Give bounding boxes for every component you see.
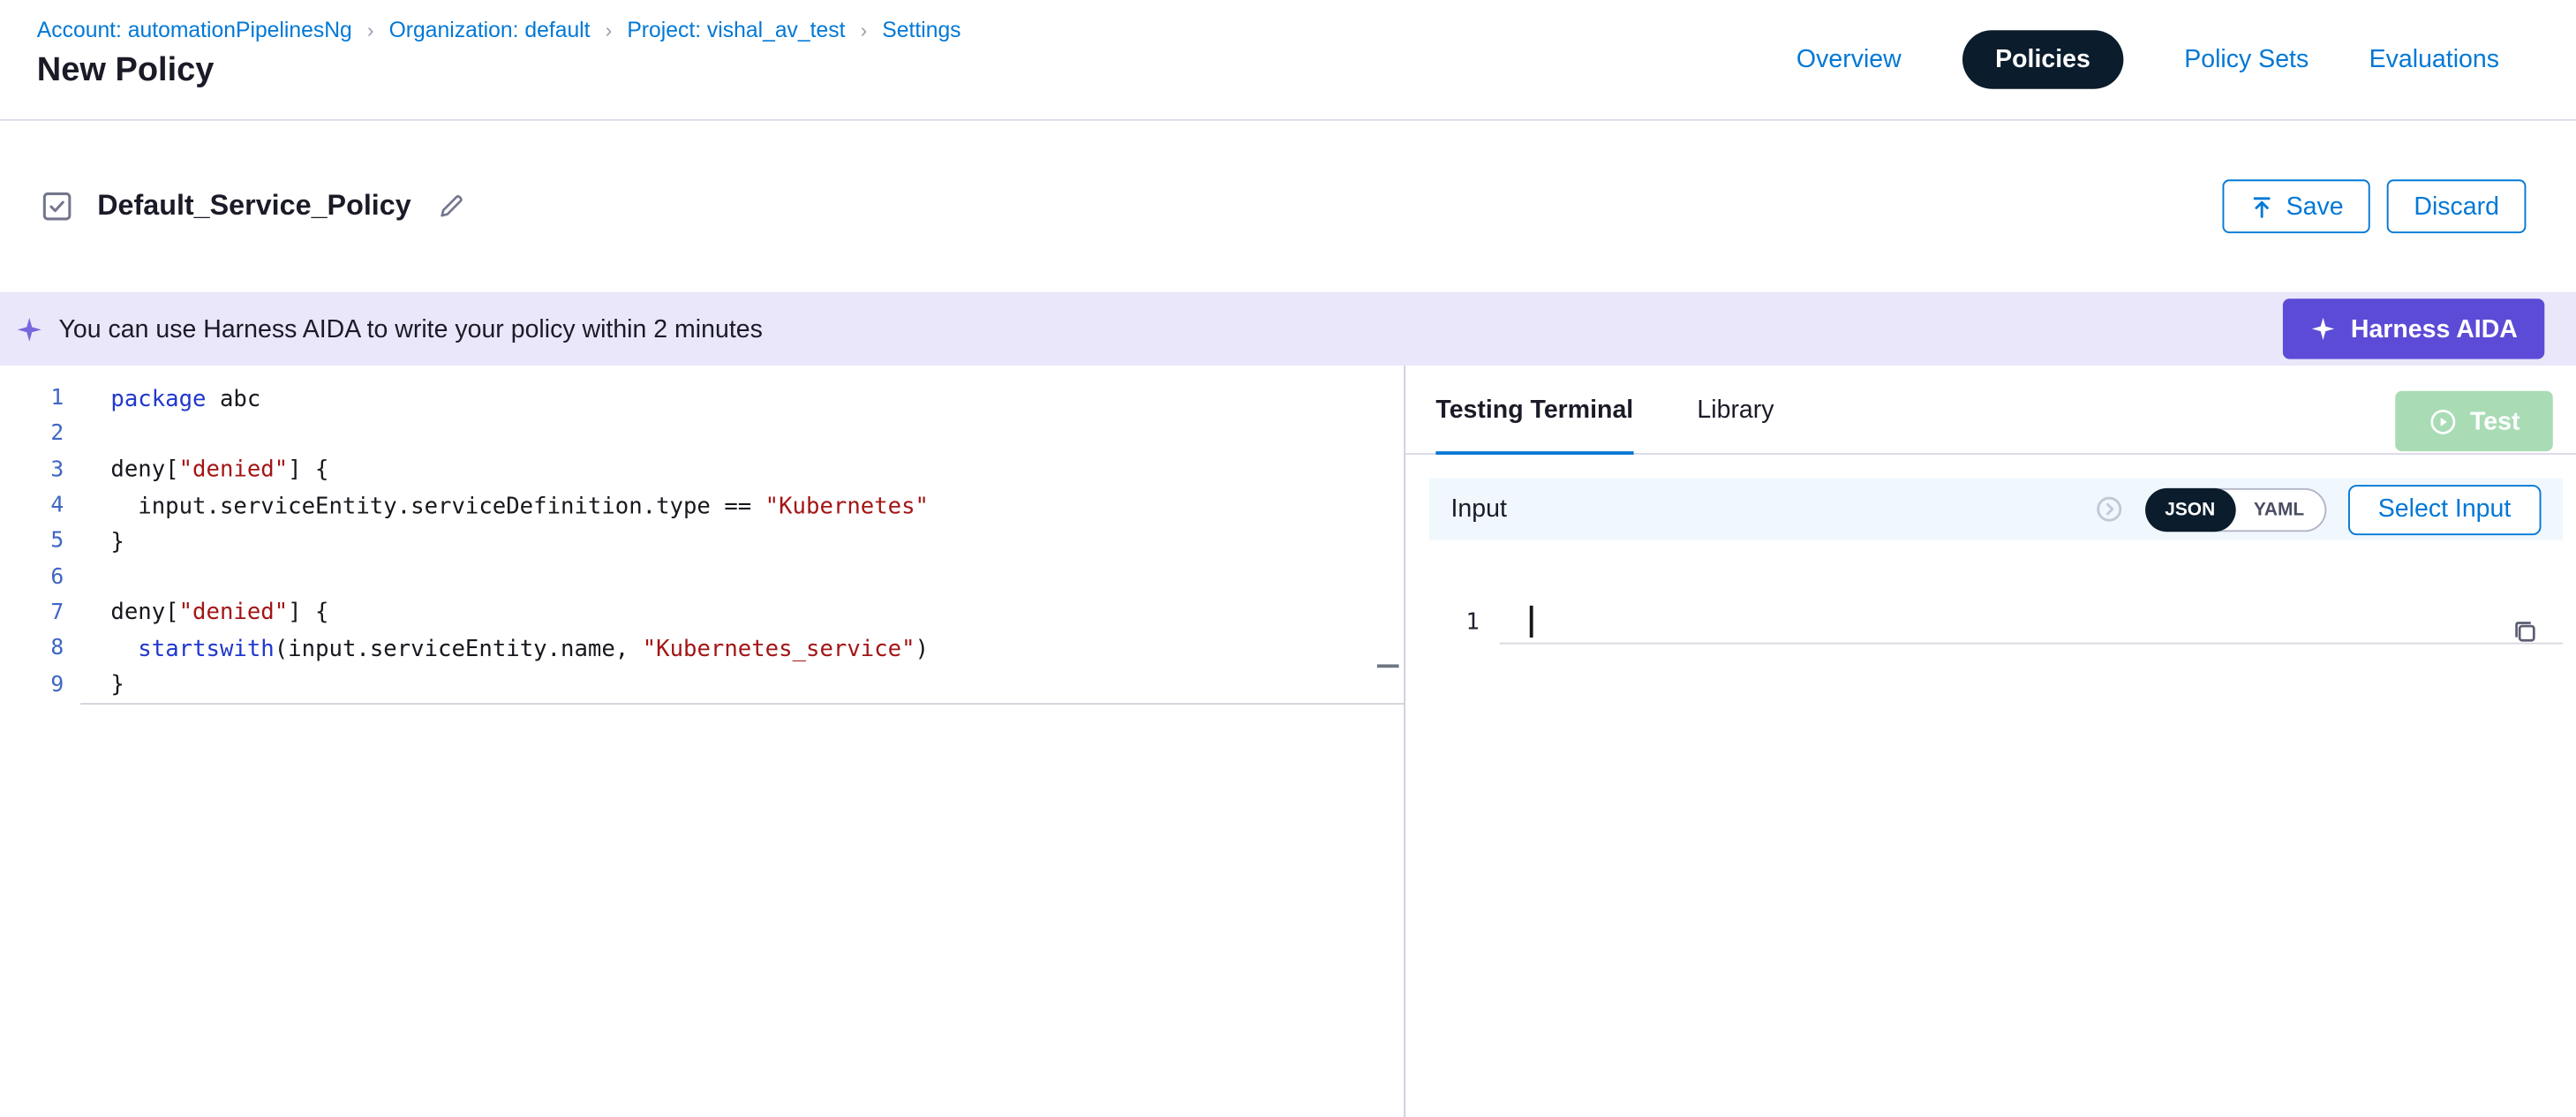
upload-icon (2249, 193, 2275, 219)
code-text: deny["denied"] { (64, 457, 328, 483)
nav-tab-evaluations[interactable]: Evaluations (2369, 45, 2499, 73)
breadcrumb-link[interactable]: Account: automationPipelinesNg (37, 17, 352, 42)
input-header-actions: JSONYAML Select Input (2094, 484, 2541, 534)
test-button[interactable]: Test (2395, 391, 2553, 451)
nav-tabs: Overview Policies Policy Sets Evaluations (1796, 0, 2499, 119)
tab-testing-terminal[interactable]: Testing Terminal (1435, 366, 1633, 453)
aida-button-sparkle-icon (2309, 315, 2335, 342)
line-number: 9 (0, 672, 64, 698)
input-editor[interactable]: 1 (1405, 600, 2576, 644)
line-number: 4 (0, 494, 64, 519)
harness-policy-page: Account: automationPipelinesNg › Organizat… (0, 0, 2576, 1117)
line-number: 2 (0, 422, 64, 448)
line-number: 3 (0, 457, 64, 483)
aida-banner: You can use Harness AIDA to write your p… (0, 292, 2576, 366)
input-label: Input (1451, 495, 1507, 524)
header-left: Account: automationPipelinesNg › Organizat… (37, 0, 961, 119)
line-number: 8 (0, 637, 64, 662)
code-line[interactable]: 9} (0, 667, 1404, 702)
breadcrumb-link[interactable]: Organization: default (389, 17, 591, 42)
test-button-label: Test (2470, 407, 2520, 435)
save-button[interactable]: Save (2222, 179, 2370, 233)
breadcrumb: Account: automationPipelinesNg › Organizat… (37, 17, 961, 42)
code-line[interactable]: 3deny["denied"] { (0, 452, 1404, 487)
breadcrumb-separator-icon: › (367, 18, 374, 42)
save-button-label: Save (2286, 192, 2344, 221)
text-cursor (1530, 606, 1533, 638)
code-text: } (64, 528, 124, 555)
code-text: package abc (64, 385, 260, 411)
format-toggle: JSONYAML (2144, 487, 2325, 531)
discard-button-label: Discard (2414, 192, 2499, 221)
policy-name: Default_Service_Policy (97, 190, 411, 223)
testing-panel: Testing Terminal Library Test Input JSONY… (1405, 366, 2576, 1117)
code-line[interactable]: 6 (0, 560, 1404, 595)
nav-tab-policy-sets[interactable]: Policy Sets (2184, 45, 2309, 73)
page-title: New Policy (37, 52, 961, 91)
terminal-tabs: Testing Terminal Library (1435, 366, 1837, 453)
play-circle-icon (2428, 407, 2456, 435)
select-input-button[interactable]: Select Input (2348, 484, 2542, 534)
input-section-header: Input JSONYAML Select Input (1429, 479, 2563, 540)
terminal-header: Testing Terminal Library Test (1405, 366, 2576, 455)
code-line[interactable]: 4 input.serviceEntity.serviceDefinition.… (0, 488, 1404, 524)
line-number: 6 (0, 565, 64, 591)
cursor-ruler-mark (1377, 664, 1399, 668)
circle-hint-icon[interactable] (2094, 495, 2122, 524)
discard-button[interactable]: Discard (2387, 179, 2526, 233)
line-number: 5 (0, 529, 64, 555)
code-text: input.serviceEntity.serviceDefinition.ty… (64, 493, 929, 519)
code-line[interactable]: 1package abc (0, 381, 1404, 416)
banner-text: You can use Harness AIDA to write your p… (59, 314, 763, 343)
copy-icon[interactable] (2511, 617, 2539, 645)
breadcrumb-link[interactable]: Project: vishal_av_test (627, 17, 845, 42)
workspace: 1package abc23deny["denied"] {4 input.se… (0, 366, 2576, 1117)
policy-actions: Save Discard (2222, 179, 2526, 233)
nav-tab-overview[interactable]: Overview (1796, 45, 1902, 73)
page-header: Account: automationPipelinesNg › Organizat… (0, 0, 2576, 121)
aida-button-label: Harness AIDA (2351, 314, 2518, 343)
code-text: } (64, 671, 124, 698)
format-option-json[interactable]: JSON (2144, 487, 2235, 531)
harness-aida-button[interactable]: Harness AIDA (2282, 298, 2544, 358)
breadcrumb-separator-icon: › (606, 18, 613, 42)
input-editor-line[interactable]: 1 (1405, 600, 2563, 644)
breadcrumb-link[interactable]: Settings (882, 17, 960, 42)
line-number: 7 (0, 600, 64, 626)
policy-code-editor[interactable]: 1package abc23deny["denied"] {4 input.se… (0, 366, 1405, 1117)
nav-tab-policies[interactable]: Policies (1962, 30, 2124, 89)
policy-toolbar: Default_Service_Policy Save Discard (0, 121, 2576, 292)
aida-sparkle-icon (15, 314, 43, 343)
line-number: 1 (0, 386, 64, 411)
code-text: startswith(input.serviceEntity.name, "Ku… (64, 636, 929, 662)
breadcrumb-separator-icon: › (861, 18, 868, 42)
tab-library[interactable]: Library (1697, 366, 1774, 453)
code-text: deny["denied"] { (64, 600, 328, 626)
edit-pencil-icon[interactable] (438, 193, 464, 220)
code-line[interactable]: 7deny["denied"] { (0, 595, 1404, 630)
policy-icon (41, 190, 74, 223)
code-line[interactable]: 2 (0, 417, 1404, 452)
input-line-number: 1 (1405, 600, 1499, 644)
format-option-yaml[interactable]: YAML (2233, 487, 2324, 531)
code-line[interactable]: 5} (0, 524, 1404, 559)
code-editor-lines: 1package abc23deny["denied"] {4 input.se… (0, 381, 1404, 702)
code-line[interactable]: 8 startswith(input.serviceEntity.name, "… (0, 631, 1404, 667)
input-editor-content[interactable] (1500, 600, 2564, 644)
